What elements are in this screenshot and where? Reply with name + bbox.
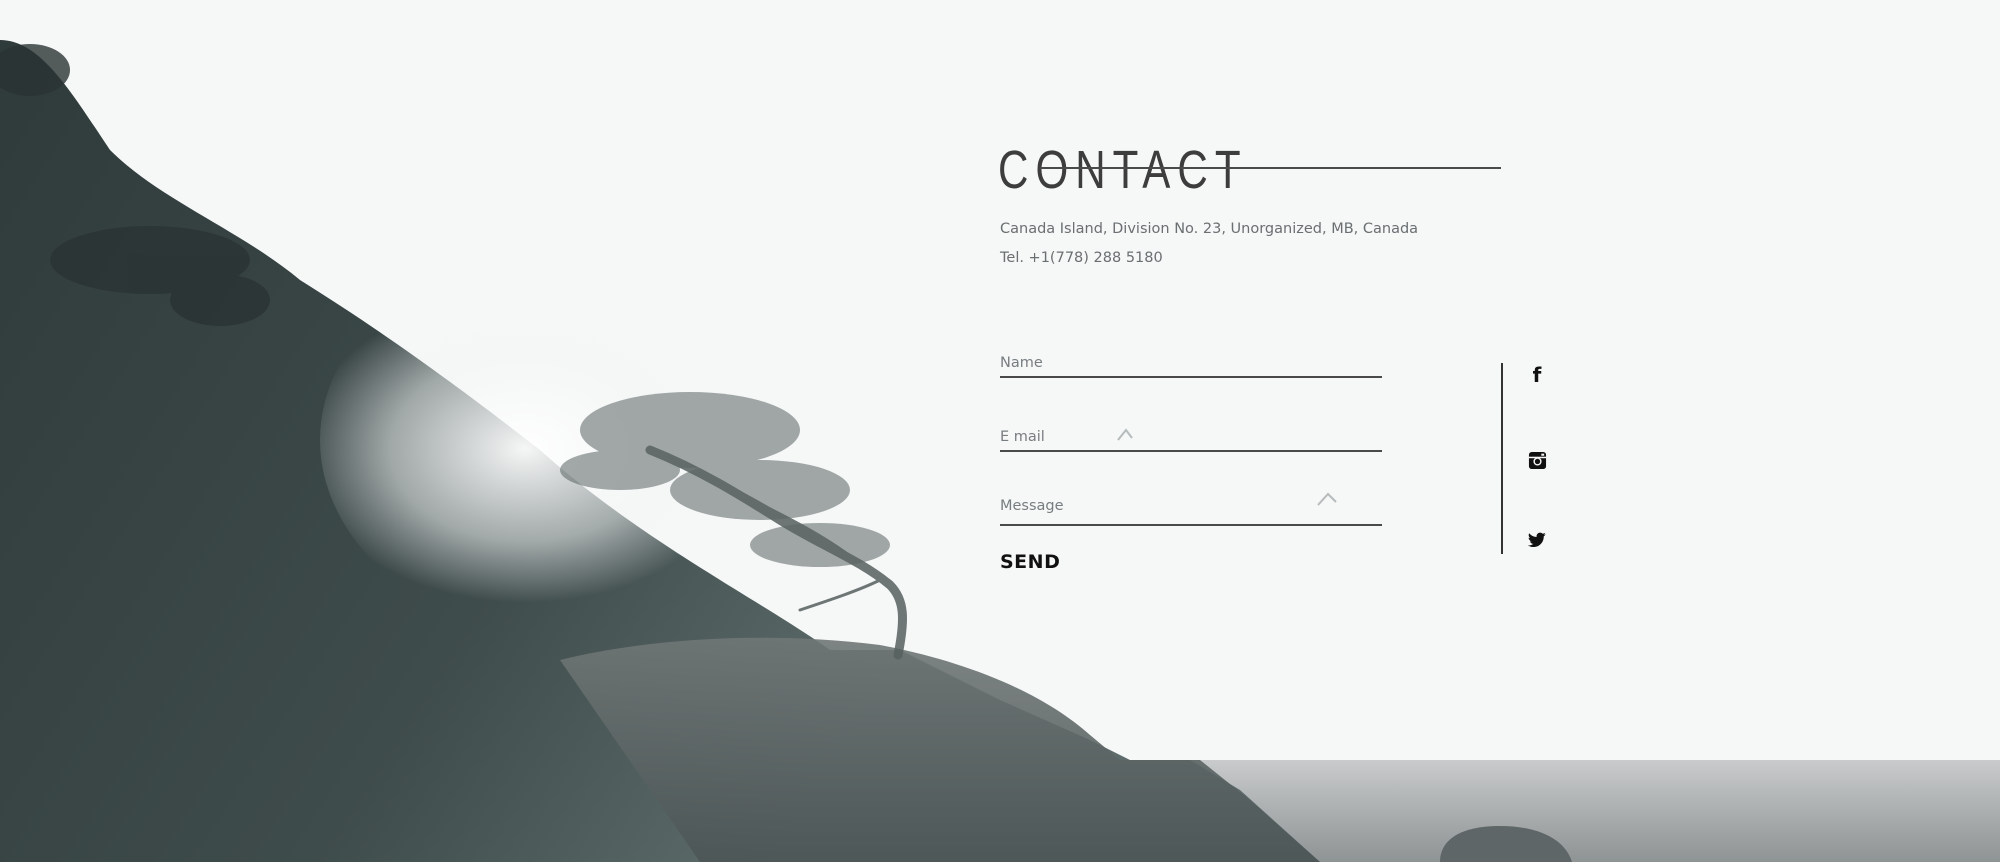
contact-address: Canada Island, Division No. 23, Unorgani… xyxy=(1000,221,1419,237)
instagram-icon xyxy=(1528,451,1546,469)
social-divider-line xyxy=(1501,363,1503,554)
facebook-icon: f xyxy=(1532,363,1542,387)
twitter-icon xyxy=(1528,532,1546,548)
contact-phone: Tel. +1(778) 288 5180 xyxy=(1000,250,1163,266)
facebook-link[interactable]: f xyxy=(1522,360,1552,390)
page-title: CONTACT xyxy=(998,140,1248,200)
instagram-link[interactable] xyxy=(1522,445,1552,475)
email-field[interactable] xyxy=(1000,424,1382,452)
send-button[interactable]: SEND xyxy=(1000,551,1060,573)
message-field[interactable] xyxy=(1000,498,1382,526)
title-divider-line xyxy=(1040,167,1501,169)
twitter-link[interactable] xyxy=(1522,525,1552,555)
name-field[interactable] xyxy=(1000,350,1382,378)
